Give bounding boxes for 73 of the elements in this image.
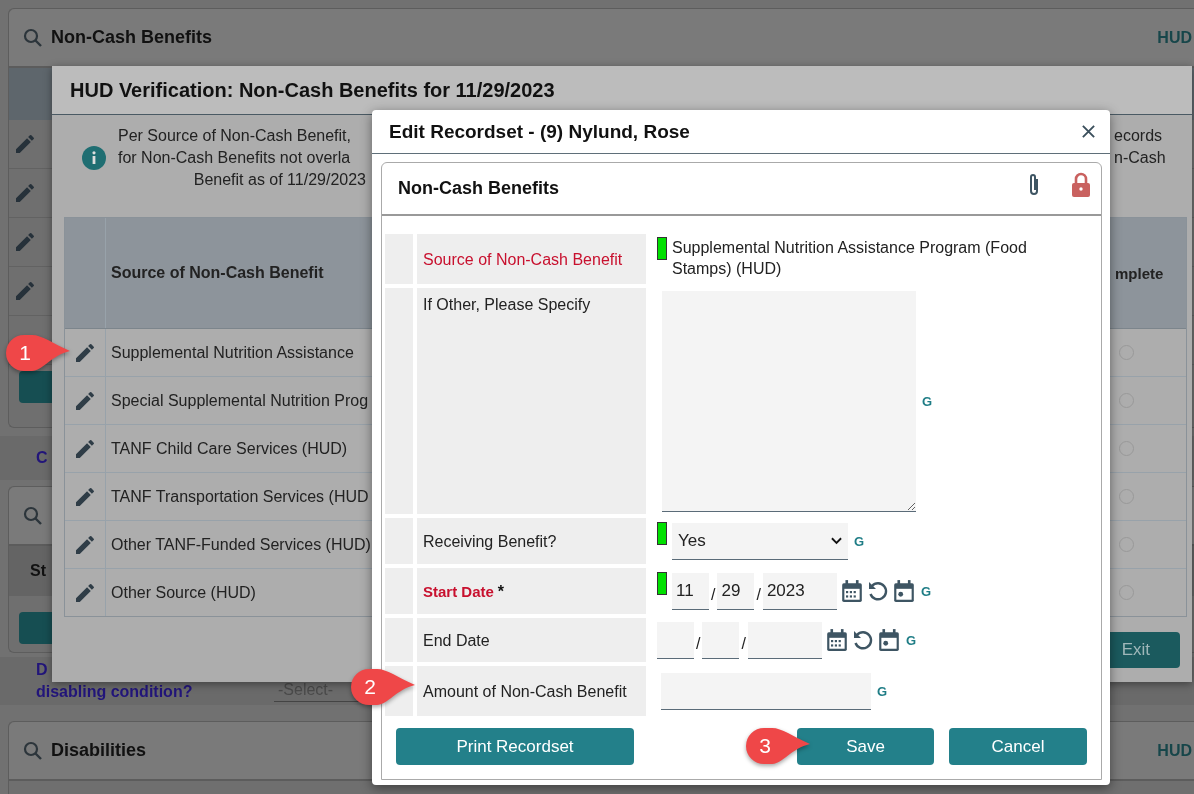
lock-icon[interactable] xyxy=(1071,171,1091,198)
panel-title: Disabilities xyxy=(51,740,147,761)
panel-tag: HUD xyxy=(1157,741,1192,760)
field-value: Supplemental Nutrition Assistance Program (Food Stamps) (HUD) xyxy=(672,238,1028,279)
table-cell: Special Supplemental Nutrition Prog xyxy=(111,391,369,410)
calendar-icon[interactable] xyxy=(840,579,863,603)
step-callout: 2 xyxy=(350,668,416,706)
date-separator: / xyxy=(696,635,701,653)
g-link[interactable]: G xyxy=(877,683,888,699)
calendar-day-icon[interactable] xyxy=(892,579,915,603)
info-text: n-Cash xyxy=(1114,148,1166,168)
panel-tag: HUD xyxy=(1157,28,1192,47)
question-label: C xyxy=(35,449,48,467)
column-header: mplete xyxy=(1115,264,1164,282)
field-label: Receiving Benefit? xyxy=(423,531,557,552)
print-button[interactable]: Print Recordset xyxy=(396,728,634,765)
pencil-icon[interactable] xyxy=(13,230,37,254)
pencil-icon[interactable] xyxy=(13,132,37,156)
save-button[interactable]: Save xyxy=(797,728,934,765)
question-label: D xyxy=(35,660,49,680)
column-header: Source of Non-Cash Benefit xyxy=(111,264,324,282)
g-link[interactable]: G xyxy=(920,583,932,599)
paperclip-icon[interactable] xyxy=(1027,171,1041,198)
question-label: disabling condition? xyxy=(35,682,194,702)
search-icon[interactable] xyxy=(23,27,43,48)
table-cell: Other Source (HUD) xyxy=(111,583,256,602)
month-field[interactable]: 11 xyxy=(672,572,709,610)
search-icon[interactable] xyxy=(23,505,43,526)
required-mark: * xyxy=(497,581,505,602)
year-field[interactable]: 2023 xyxy=(762,572,837,610)
calendar-icon[interactable] xyxy=(825,628,848,652)
undo-icon[interactable] xyxy=(851,628,874,652)
table-cell: Supplemental Nutrition Assistance xyxy=(111,343,354,362)
day-field[interactable]: 29 xyxy=(717,572,755,610)
step-callout: 3 xyxy=(745,727,811,765)
info-icon xyxy=(82,146,106,170)
search-icon[interactable] xyxy=(23,740,43,761)
step-callout: 1 xyxy=(5,334,71,372)
month-field[interactable] xyxy=(657,621,694,659)
panel-title: Non-Cash Benefits xyxy=(51,27,212,48)
field-label: End Date xyxy=(423,630,490,651)
select-field[interactable]: Yes xyxy=(672,522,848,560)
cancel-button[interactable]: Cancel xyxy=(949,728,1087,765)
info-text: Benefit as of 11/29/2023 xyxy=(193,170,366,190)
field-label: Source of Non-Cash Benefit xyxy=(423,249,623,270)
info-text: ecords xyxy=(1114,126,1164,146)
section-title: Non-Cash Benefits xyxy=(398,178,559,199)
pencil-icon[interactable] xyxy=(13,279,37,303)
g-link[interactable]: G xyxy=(854,533,865,549)
table-cell: TANF Transportation Services (HUD xyxy=(111,487,369,506)
dialog-title: Edit Recordset - (9) Nylund, Rose xyxy=(389,120,690,143)
chevron-icon xyxy=(831,536,842,545)
day-field[interactable] xyxy=(702,621,740,659)
field-label: Amount of Non-Cash Benefit xyxy=(423,681,627,702)
year-field[interactable] xyxy=(747,621,822,659)
date-separator: / xyxy=(711,586,716,604)
pencil-icon[interactable] xyxy=(13,181,37,205)
dialog-title: HUD Verification: Non-Cash Benefits for 11/29/2023 xyxy=(70,78,555,102)
info-text: for Non-Cash Benefits not overla xyxy=(118,148,351,168)
field-label: If Other, Please Specify xyxy=(423,295,591,315)
close-icon[interactable] xyxy=(1081,124,1096,139)
date-separator: / xyxy=(756,586,761,604)
info-text: Per Source of Non-Cash Benefit, xyxy=(118,126,351,146)
calendar-day-icon[interactable] xyxy=(877,628,900,652)
input-field[interactable] xyxy=(661,672,871,710)
g-link[interactable]: G xyxy=(922,393,933,409)
column-header: St xyxy=(30,562,46,580)
date-separator: / xyxy=(741,635,746,653)
table-cell: TANF Child Care Services (HUD) xyxy=(111,439,348,458)
undo-icon[interactable] xyxy=(866,579,889,603)
table-cell: Other TANF-Funded Services (HUD) xyxy=(111,535,371,554)
field-label: Start Date xyxy=(423,581,494,602)
g-link[interactable]: G xyxy=(905,632,917,648)
